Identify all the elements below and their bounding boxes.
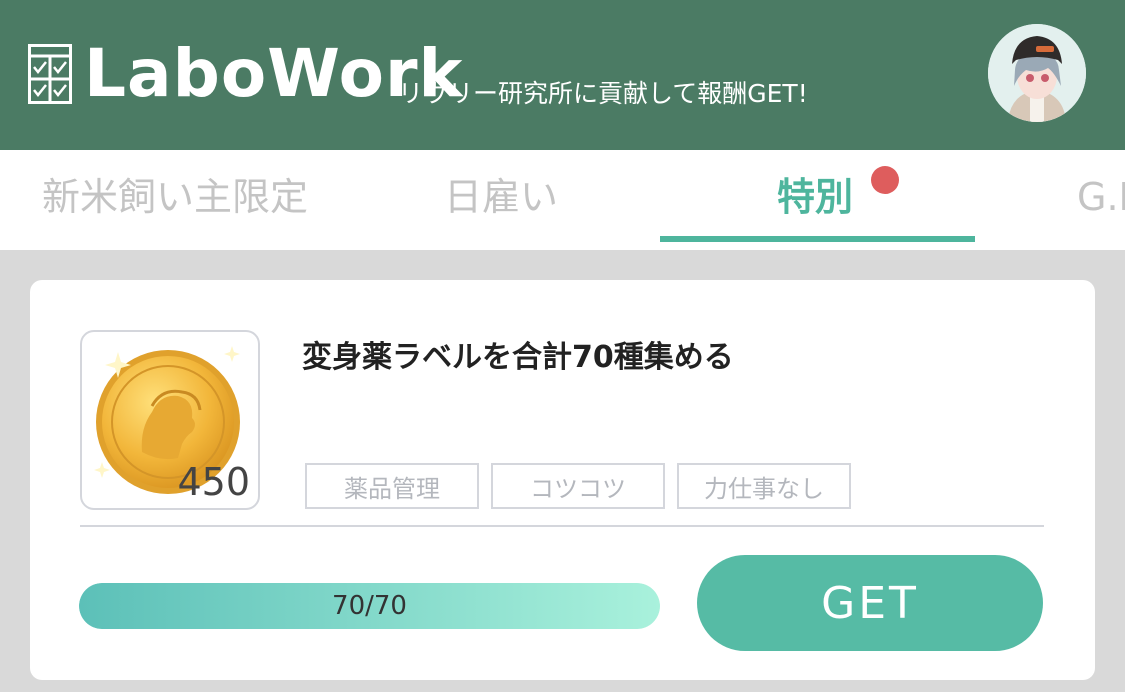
reward-box: 450 (80, 330, 260, 510)
get-reward-button[interactable]: GET (697, 555, 1043, 651)
notification-dot (871, 166, 899, 194)
checklist-icon (28, 44, 72, 104)
task-card: 450 変身薬ラベルを合計70種集める 薬品管理 コツコツ 力仕事なし 70/7… (30, 280, 1095, 680)
task-title: 変身薬ラベルを合計70種集める (302, 340, 734, 375)
reward-amount: 450 (177, 460, 250, 504)
progress-bar: 70/70 (79, 583, 660, 629)
tab-bar: 新米飼い主限定 日雇い 特別 G.I (0, 150, 1125, 250)
tab-special[interactable]: 特別 (777, 172, 853, 222)
active-tab-indicator (660, 236, 975, 242)
tag-medicine-management: 薬品管理 (305, 463, 479, 509)
tag-no-heavy-work: 力仕事なし (677, 463, 851, 509)
avatar-image (988, 24, 1086, 122)
app-header: LaboWork リヴリー研究所に貢献して報酬GET! (0, 0, 1125, 150)
progress-text: 70/70 (332, 591, 407, 621)
tab-day-labor[interactable]: 日雇い (444, 172, 558, 222)
tab-gi[interactable]: G.I (1077, 172, 1125, 222)
tab-newbie-only[interactable]: 新米飼い主限定 (42, 172, 308, 222)
user-avatar[interactable] (988, 24, 1086, 122)
divider (80, 525, 1044, 527)
tag-steady: コツコツ (491, 463, 665, 509)
task-tags: 薬品管理 コツコツ 力仕事なし (305, 463, 851, 509)
tagline: リヴリー研究所に貢献して報酬GET! (398, 79, 808, 108)
